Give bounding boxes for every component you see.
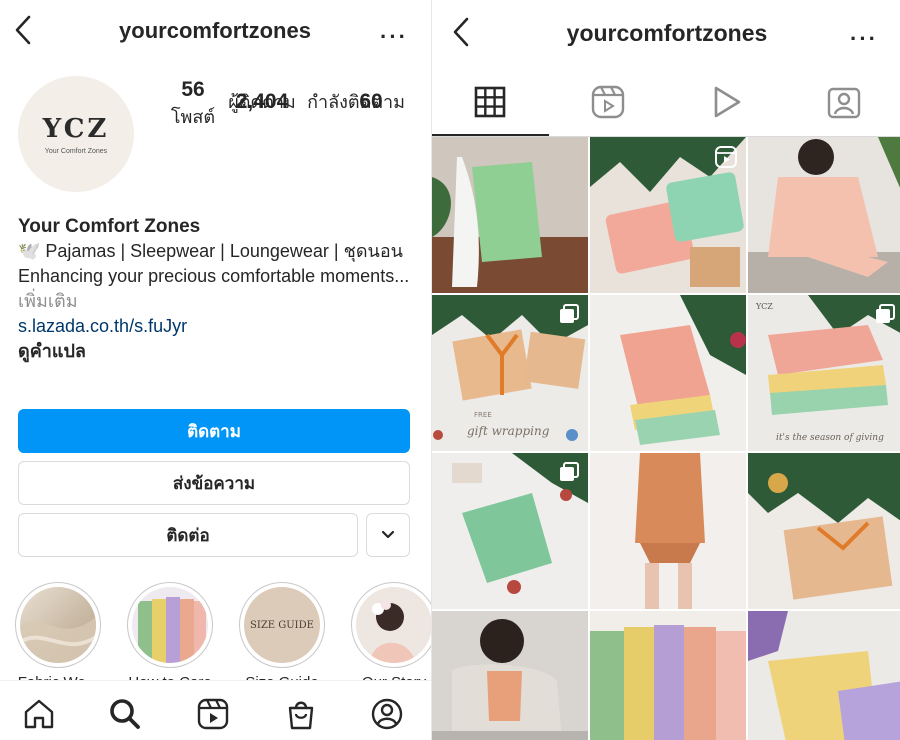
reels-icon[interactable] (196, 697, 230, 731)
top-bar: yourcomfortzones ··· (0, 0, 432, 64)
more-options-icon[interactable]: ··· (380, 24, 408, 50)
size-guide-cover-text: SIZE GUIDE (250, 619, 314, 631)
reels-tab-icon[interactable] (590, 84, 626, 120)
avatar-monogram: YCZ (42, 113, 110, 144)
stat-following[interactable]: 60 กำลังติดตาม (304, 90, 408, 116)
highlight-ring (15, 582, 101, 668)
stat-following-label: กำลังติดตาม (307, 92, 405, 112)
video-tab-icon[interactable] (708, 84, 744, 120)
post-tile[interactable] (748, 137, 900, 293)
grid-tab-icon[interactable] (472, 84, 508, 120)
post-image (432, 611, 588, 740)
contact-button[interactable]: ติดต่อ (18, 513, 358, 557)
suggested-dropdown-button[interactable] (366, 513, 410, 557)
post-tile[interactable] (590, 611, 746, 740)
highlight-fabric[interactable]: Fabric We... (14, 582, 102, 691)
profile-username: yourcomfortzones (566, 20, 768, 46)
season-caption: it's the season of giving (776, 433, 884, 443)
bottom-nav (0, 680, 432, 740)
shop-icon[interactable] (284, 697, 318, 731)
highlight-cover (356, 587, 432, 663)
active-tab-indicator (432, 134, 549, 136)
avatar[interactable]: YCZ Your Comfort Zones (18, 76, 134, 192)
post-image (590, 453, 746, 609)
post-tile[interactable]: YCZ it's the season of giving (748, 295, 900, 451)
stat-posts-count: 56 (181, 78, 205, 101)
chevron-down-icon (381, 530, 395, 539)
post-tile[interactable] (432, 453, 588, 609)
stat-posts-label: โพสต์ (170, 107, 216, 127)
post-image (432, 137, 588, 293)
highlight-ring: SIZE GUIDE (239, 582, 325, 668)
profile-username: yourcomfortzones (119, 18, 311, 43)
post-tile[interactable] (432, 611, 588, 740)
highlight-story[interactable]: Our Story (350, 582, 432, 691)
highlight-care[interactable]: How to Care (126, 582, 214, 691)
free-caption: FREE (474, 411, 492, 419)
see-translation-link[interactable]: ดูคำแปล (18, 339, 410, 364)
profile-tabs (432, 74, 900, 137)
highlight-size[interactable]: SIZE GUIDE Size Guide (238, 582, 326, 691)
more-options-icon[interactable]: ··· (850, 26, 878, 52)
profile-pane: yourcomfortzones ··· YCZ Your Comfort Zo… (0, 0, 432, 740)
bio-website-link[interactable]: s.lazada.co.th/s.fuJyr (18, 314, 410, 339)
story-cover-image (370, 600, 416, 663)
profile-bio: Your Comfort Zones 🕊️ Pajamas | Sleepwea… (18, 214, 410, 364)
post-tile[interactable] (590, 295, 746, 451)
post-tile[interactable] (590, 137, 746, 293)
post-tile[interactable] (432, 137, 588, 293)
back-icon[interactable] (450, 16, 474, 48)
posts-pane: yourcomfortzones ··· FREE gift wrapping … (432, 0, 900, 740)
post-image (590, 611, 746, 740)
stat-posts[interactable]: 56 โพสต์ (165, 78, 221, 131)
follow-button[interactable]: ติดตาม (18, 409, 410, 453)
post-tile[interactable]: FREE gift wrapping (432, 295, 588, 451)
back-icon[interactable] (12, 14, 36, 46)
highlight-ring (127, 582, 213, 668)
multi-image-badge-icon (560, 304, 579, 323)
bio-tagline-text: Enhancing your precious comfortable mome… (18, 266, 410, 286)
post-tile[interactable] (590, 453, 746, 609)
avatar-subtitle: Your Comfort Zones (44, 147, 108, 155)
highlight-ring (351, 582, 432, 668)
highlight-cover (20, 587, 96, 663)
bio-line-categories: 🕊️ Pajamas | Sleepwear | Loungewear | ชุ… (18, 241, 403, 261)
garments-cover-image (138, 597, 206, 663)
post-image (748, 137, 900, 293)
post-image (748, 611, 900, 740)
post-image (590, 295, 746, 451)
home-icon[interactable] (22, 697, 56, 731)
post-image (748, 453, 900, 609)
profile-display-name: Your Comfort Zones (18, 216, 201, 237)
gift-wrapping-caption: gift wrapping (467, 424, 550, 438)
post-tile[interactable] (748, 453, 900, 609)
stat-followers[interactable]: 2,404 ผู้ติดตาม (226, 90, 298, 116)
post-tile[interactable] (748, 611, 900, 740)
bio-line-tagline: Enhancing your precious comfortable mome… (18, 264, 410, 314)
tagged-tab-icon[interactable] (826, 84, 862, 120)
fabric-cover-image (20, 617, 96, 663)
highlight-cover (132, 587, 208, 663)
multi-image-badge-icon (876, 304, 895, 323)
message-button[interactable]: ส่งข้อความ (18, 461, 410, 505)
profile-icon[interactable] (370, 697, 404, 731)
search-icon[interactable] (108, 697, 142, 731)
reel-badge-icon (715, 146, 737, 168)
highlight-cover: SIZE GUIDE (244, 587, 320, 663)
bio-more-link[interactable]: เพิ่มเติม (18, 291, 78, 311)
top-bar: yourcomfortzones ··· (432, 0, 900, 64)
stat-followers-label: ผู้ติดตาม (228, 92, 296, 112)
ycz-caption: YCZ (755, 302, 773, 311)
multi-image-badge-icon (560, 462, 579, 481)
